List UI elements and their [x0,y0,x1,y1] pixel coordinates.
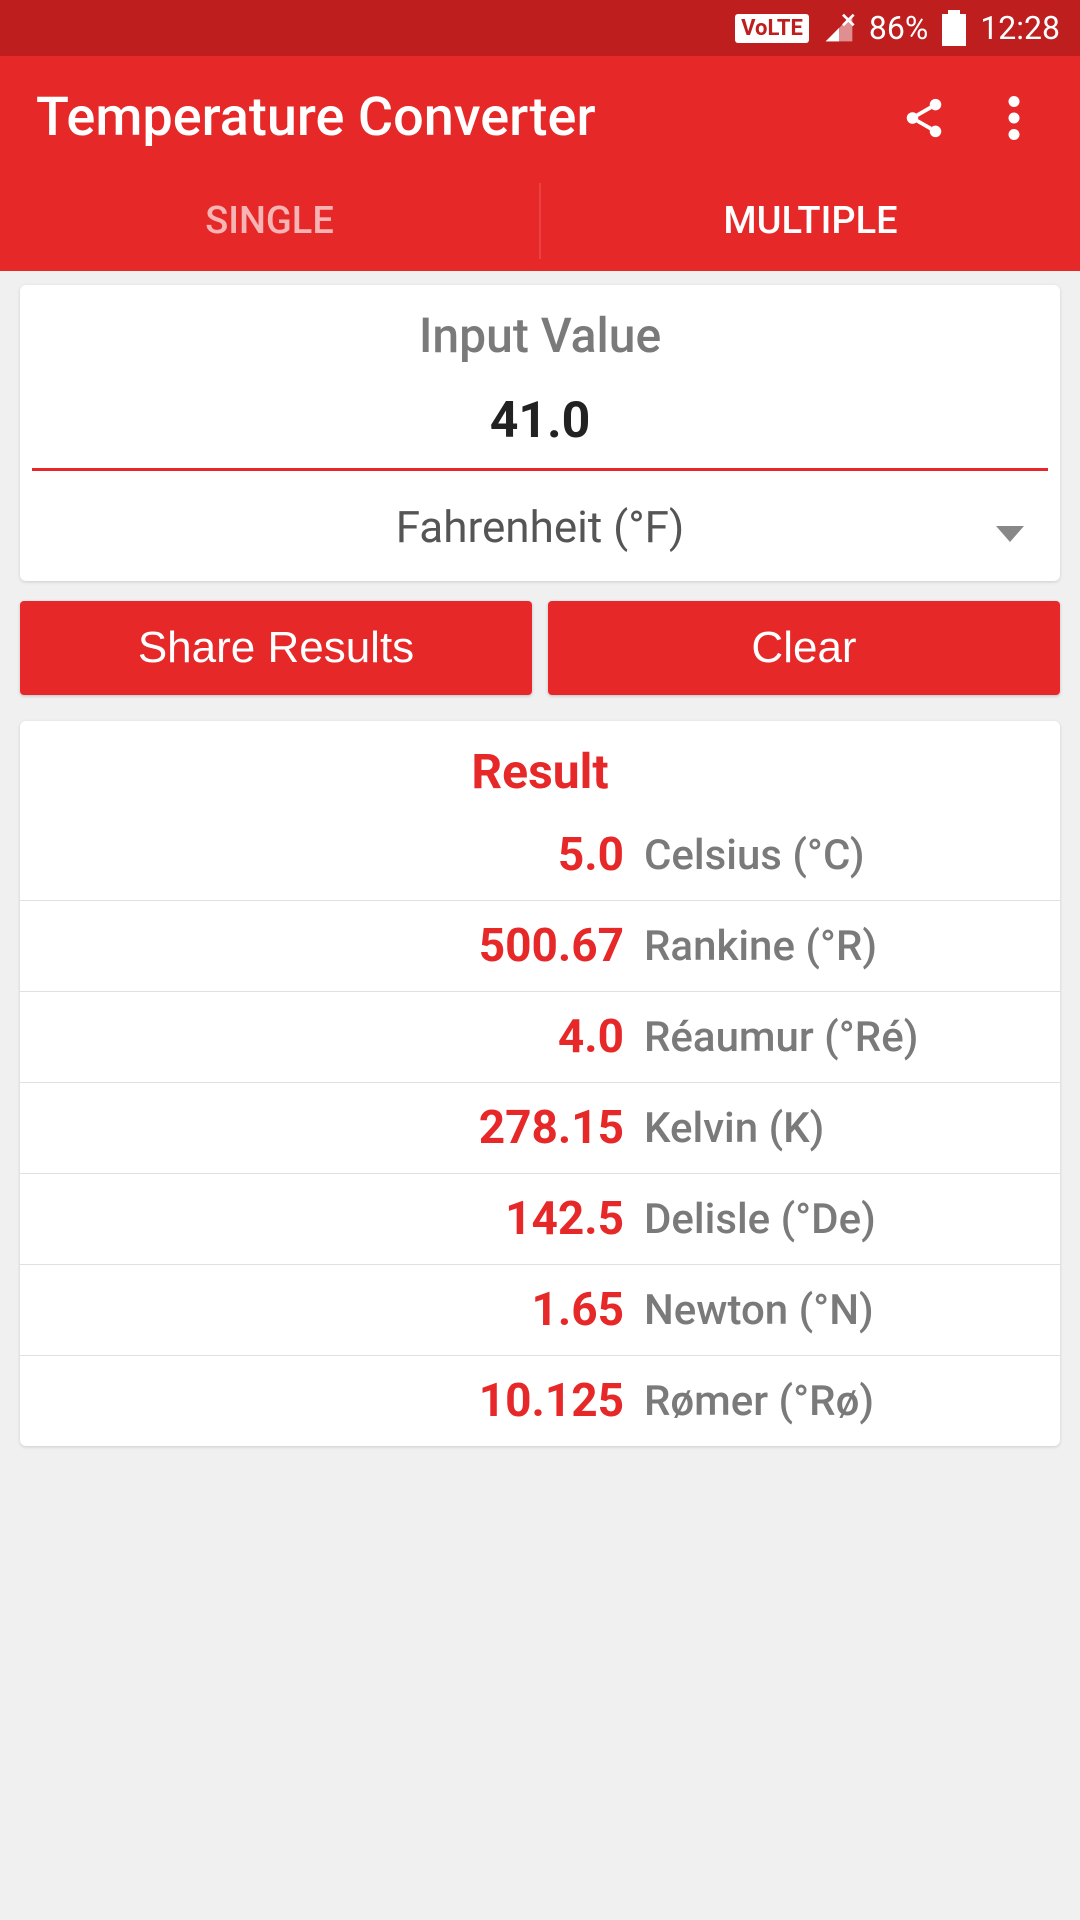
result-value: 5.0 [20,828,644,882]
result-card: Result 5.0 Celsius (°C) 500.67 Rankine (… [20,721,1060,1446]
signal-icon [823,12,855,44]
result-unit: Rankine (°R) [644,922,1060,971]
result-unit: Newton (°N) [644,1286,1060,1335]
input-card: Input Value 41.0 Fahrenheit (°F) [20,285,1060,581]
tab-single[interactable]: SINGLE [0,171,539,271]
app-title: Temperature Converter [36,86,864,149]
volte-badge: VoLTE [735,14,809,43]
result-row: 1.65 Newton (°N) [20,1265,1060,1356]
result-unit: Réaumur (°Ré) [644,1013,1060,1062]
app-bar: Temperature Converter [0,56,1080,171]
result-row: 142.5 Delisle (°De) [20,1174,1060,1265]
result-unit: Rømer (°Rø) [644,1377,1060,1426]
result-row: 5.0 Celsius (°C) [20,810,1060,901]
result-value: 278.15 [20,1101,644,1155]
battery-percent: 86% [869,9,928,47]
result-row: 4.0 Réaumur (°Ré) [20,992,1060,1083]
more-icon[interactable] [984,88,1044,148]
result-header: Result [20,743,1060,800]
input-value-field[interactable]: 41.0 [32,392,1048,471]
result-unit: Celsius (°C) [644,831,1060,880]
status-bar: VoLTE 86% 12:28 [0,0,1080,56]
result-row: 10.125 Rømer (°Rø) [20,1356,1060,1446]
result-row: 500.67 Rankine (°R) [20,901,1060,992]
share-icon[interactable] [894,88,954,148]
input-label: Input Value [32,307,1048,364]
clock: 12:28 [980,9,1060,47]
unit-select-text: Fahrenheit (°F) [396,501,685,553]
battery-icon [942,10,966,46]
unit-select[interactable]: Fahrenheit (°F) [32,493,1048,561]
clear-button[interactable]: Clear [548,601,1060,695]
result-unit: Delisle (°De) [644,1195,1060,1244]
result-value: 4.0 [20,1010,644,1064]
tabs: SINGLE MULTIPLE [0,171,1080,271]
action-row: Share Results Clear [20,601,1060,695]
result-row: 278.15 Kelvin (K) [20,1083,1060,1174]
result-value: 142.5 [20,1192,644,1246]
result-value: 500.67 [20,919,644,973]
result-unit: Kelvin (K) [644,1104,1060,1153]
content: Input Value 41.0 Fahrenheit (°F) Share R… [0,271,1080,1460]
result-value: 10.125 [20,1374,644,1428]
chevron-down-icon [996,501,1024,553]
tab-multiple[interactable]: MULTIPLE [541,171,1080,271]
share-results-button[interactable]: Share Results [20,601,532,695]
result-value: 1.65 [20,1283,644,1337]
